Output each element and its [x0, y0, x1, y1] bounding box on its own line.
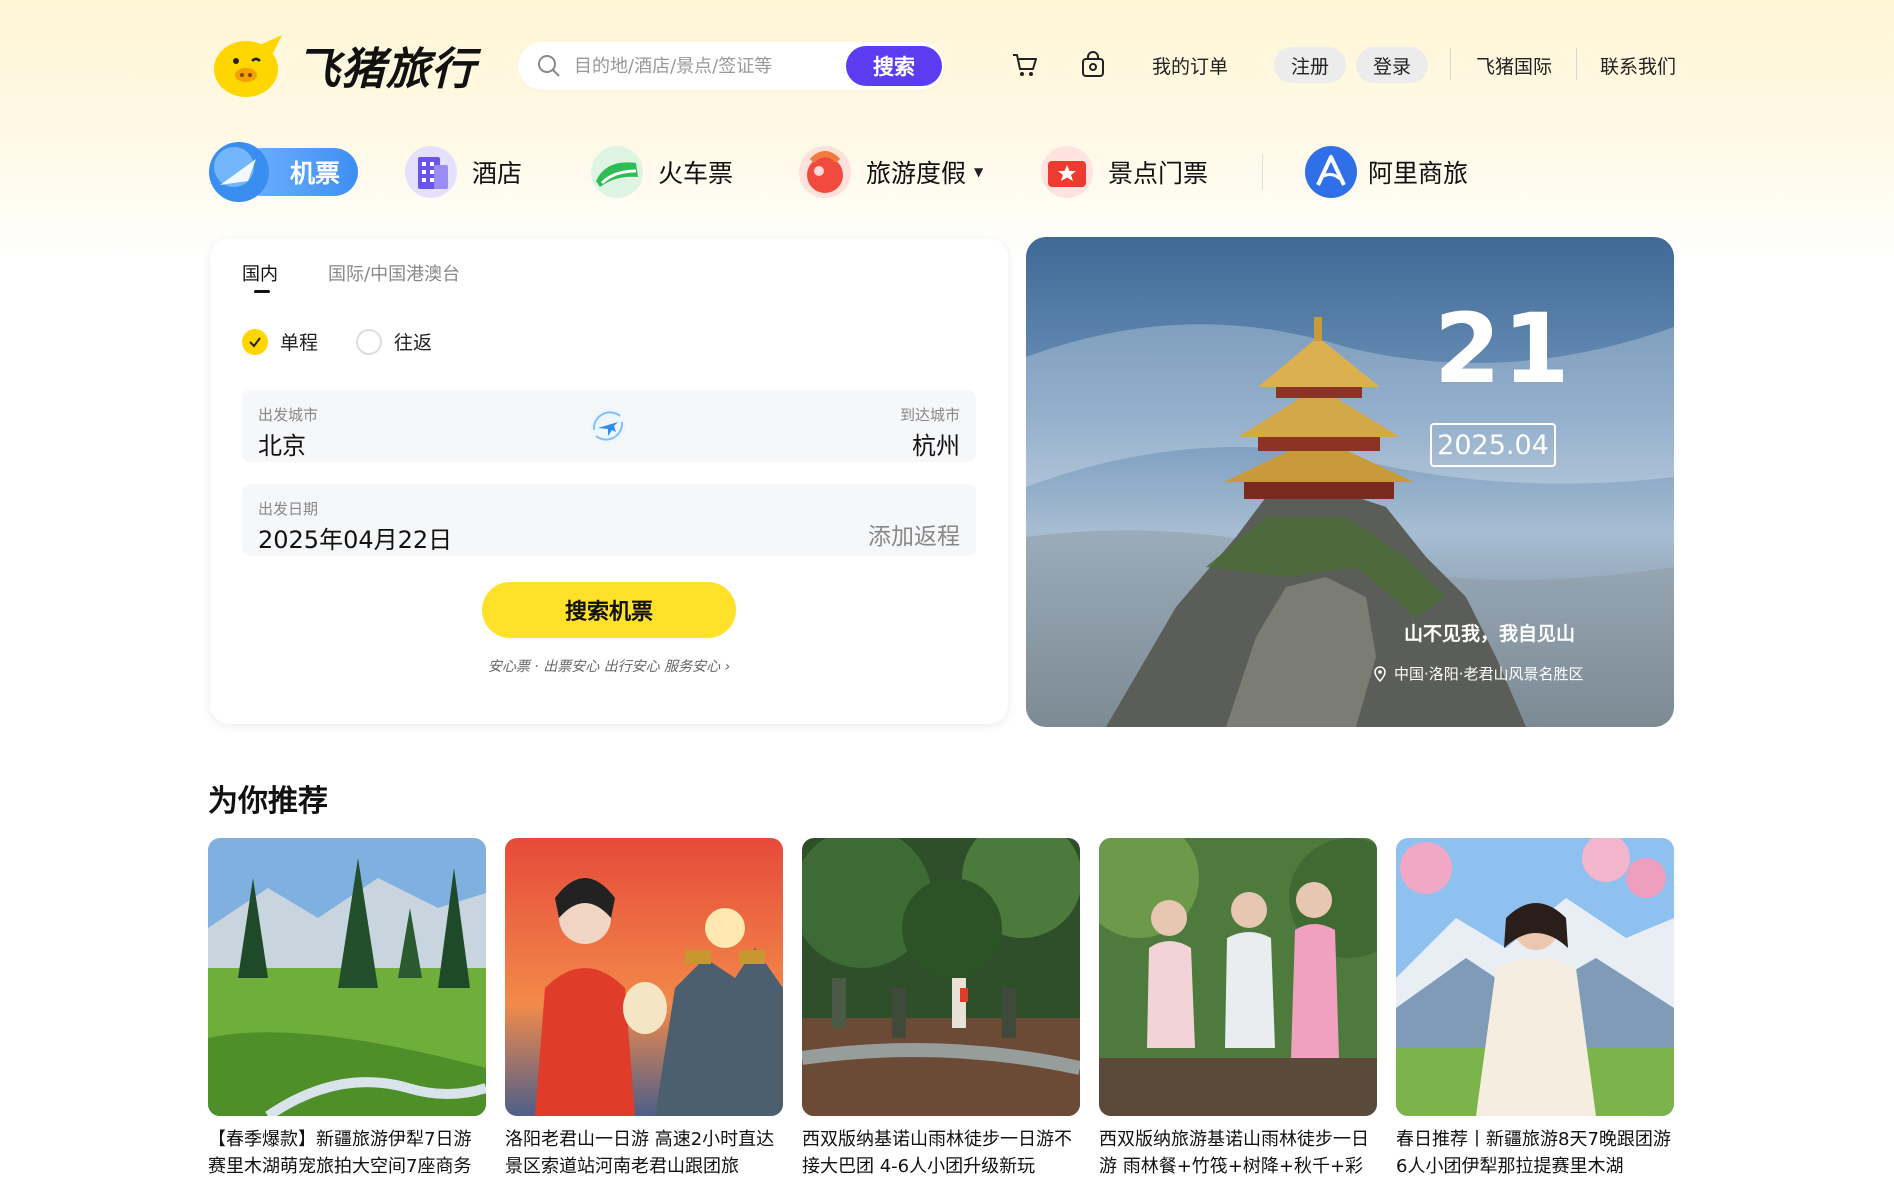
chevron-down-icon: ▼: [974, 165, 984, 179]
tab-underline: [254, 290, 270, 293]
vacation-icon: [799, 146, 851, 198]
recommend-card[interactable]: 【春季爆款】新疆旅游伊犁7日游赛里木湖萌宠旅拍大空间7座商务: [208, 838, 486, 1184]
intl-link[interactable]: 飞猪国际: [1476, 52, 1552, 79]
recommend-image: [1099, 838, 1377, 1116]
header-divider: [1576, 48, 1577, 80]
hero-banner[interactable]: 21 2025.04 山不见我，我自见山 中国·洛阳·老君山风景名胜区: [1026, 237, 1674, 727]
nav-item-tickets[interactable]: 景点门票: [1036, 134, 1208, 210]
bag-icon[interactable]: [1078, 50, 1108, 80]
recommend-text: 西双版纳旅游基诺山雨林徒步一日游 雨林餐+竹筏+树降+秋千+彩: [1099, 1129, 1369, 1177]
nav-label: 阿里商旅: [1368, 159, 1469, 188]
cart-icon[interactable]: [1010, 50, 1040, 80]
ticket-icon: [1041, 146, 1093, 198]
nav-item-trains[interactable]: 火车票: [586, 134, 733, 210]
logo[interactable]: 飞猪旅行: [208, 32, 478, 98]
date-label: 出发日期: [258, 500, 319, 518]
business-travel-icon: [1305, 146, 1357, 198]
recommend-list: 【春季爆款】新疆旅游伊犁7日游赛里木湖萌宠旅拍大空间7座商务 洛阳老君山一日游 …: [208, 838, 1674, 1184]
recommend-image: [208, 838, 486, 1116]
login-button[interactable]: 登录: [1356, 47, 1429, 83]
nav-divider: [1262, 154, 1263, 190]
train-icon: [591, 146, 643, 198]
from-label: 出发城市: [258, 406, 319, 424]
swap-plane-icon[interactable]: [586, 404, 630, 448]
to-city[interactable]: 杭州: [912, 426, 960, 461]
recommend-card[interactable]: 洛阳老君山一日游 高速2小时直达景区索道站河南老君山跟团旅: [505, 838, 783, 1184]
nav-label: 机票: [290, 159, 341, 188]
nav-item-vacation[interactable]: 旅游度假 ▼: [794, 134, 983, 210]
flight-booking-card: 国内 国际/中国港澳台 单程 往返 出发城市 北京 到达城市 杭州 出发日期 2…: [210, 238, 1008, 724]
departure-date[interactable]: 2025年04月22日: [258, 520, 452, 555]
hero-month: 2025.04: [1430, 423, 1556, 467]
recommend-image: [1396, 838, 1674, 1116]
recommend-text: 春日推荐丨新疆旅游8天7晚跟团游6人小团伊犁那拉提赛里木湖: [1396, 1129, 1671, 1177]
radio-label: 往返: [394, 332, 433, 354]
hotel-icon: [405, 146, 457, 198]
recommend-image: [802, 838, 1080, 1116]
search-flights-button[interactable]: 搜索机票: [482, 582, 736, 638]
location-pin-icon: [1374, 665, 1386, 682]
search-icon: [538, 55, 560, 77]
nav-label: 旅游度假: [866, 159, 967, 188]
radio-one-way[interactable]: 单程: [242, 328, 318, 355]
nav-label: 景点门票: [1108, 159, 1209, 188]
pig-logo-icon: [214, 35, 282, 97]
nav-label: 火车票: [658, 159, 734, 188]
search-button[interactable]: 搜索: [846, 46, 942, 86]
register-button[interactable]: 注册: [1274, 47, 1347, 83]
hero-caption: 山不见我，我自见山: [1404, 623, 1576, 645]
recommend-card[interactable]: 西双版纳基诺山雨林徒步一日游不接大巴团 4-6人小团升级新玩: [802, 838, 1080, 1184]
nav-item-business-travel[interactable]: 阿里商旅: [1304, 134, 1468, 210]
radio-label: 单程: [280, 332, 319, 354]
header: 飞猪旅行 搜索 我的订单 注册 登录 飞猪国际 联系我们: [208, 30, 1676, 100]
tab-domestic[interactable]: 国内: [242, 260, 278, 286]
check-icon: [242, 328, 268, 355]
main-nav: 机票 酒店 火车票 旅游度假 ▼ 景点门票 阿里商旅: [208, 134, 1508, 210]
recommend-title: 为你推荐: [208, 784, 328, 819]
nav-item-flights[interactable]: 机票: [208, 134, 358, 210]
recommend-text: 西双版纳基诺山雨林徒步一日游不接大巴团 4-6人小团升级新玩: [802, 1129, 1072, 1177]
page: 飞猪旅行 搜索 我的订单 注册 登录 飞猪国际 联系我们: [0, 0, 1894, 1184]
radio-round-trip[interactable]: 往返: [356, 328, 432, 355]
contact-link[interactable]: 联系我们: [1600, 52, 1676, 79]
hero-location: 中国·洛阳·老君山风景名胜区: [1372, 663, 1584, 684]
recommend-card[interactable]: 春日推荐丨新疆旅游8天7晚跟团游6人小团伊犁那拉提赛里木湖: [1396, 838, 1674, 1184]
tab-international[interactable]: 国际/中国港澳台: [328, 260, 460, 286]
hero-location-text: 中国·洛阳·老君山风景名胜区: [1394, 665, 1584, 683]
assurance-link[interactable]: 安心票 · 出票安心 出行安心 服务安心 ›: [210, 656, 1008, 676]
header-divider: [1450, 48, 1451, 80]
from-city[interactable]: 北京: [258, 426, 306, 461]
recommend-text: 洛阳老君山一日游 高速2小时直达景区索道站河南老君山跟团旅: [505, 1129, 775, 1177]
to-label: 到达城市: [899, 406, 960, 424]
search-box: 搜索: [518, 42, 944, 90]
plane-icon: [209, 142, 269, 202]
radio-empty-icon: [356, 328, 382, 355]
hero-day: 21: [1434, 293, 1572, 405]
date-field: 出发日期 2025年04月22日 添加返程: [242, 484, 976, 556]
city-field: 出发城市 北京 到达城市 杭州: [242, 390, 976, 462]
nav-item-hotels[interactable]: 酒店: [400, 134, 522, 210]
add-return-button[interactable]: 添加返程: [868, 517, 960, 551]
nav-label: 酒店: [472, 159, 523, 188]
recommend-text: 【春季爆款】新疆旅游伊犁7日游赛里木湖萌宠旅拍大空间7座商务: [208, 1129, 472, 1177]
recommend-card[interactable]: 西双版纳旅游基诺山雨林徒步一日游 雨林餐+竹筏+树降+秋千+彩: [1099, 838, 1377, 1184]
recommend-image: [505, 838, 783, 1116]
logo-text: 飞猪旅行: [296, 44, 476, 95]
hero-image: [1026, 317, 1674, 727]
search-input[interactable]: [574, 55, 844, 77]
my-orders-link[interactable]: 我的订单: [1152, 52, 1228, 79]
